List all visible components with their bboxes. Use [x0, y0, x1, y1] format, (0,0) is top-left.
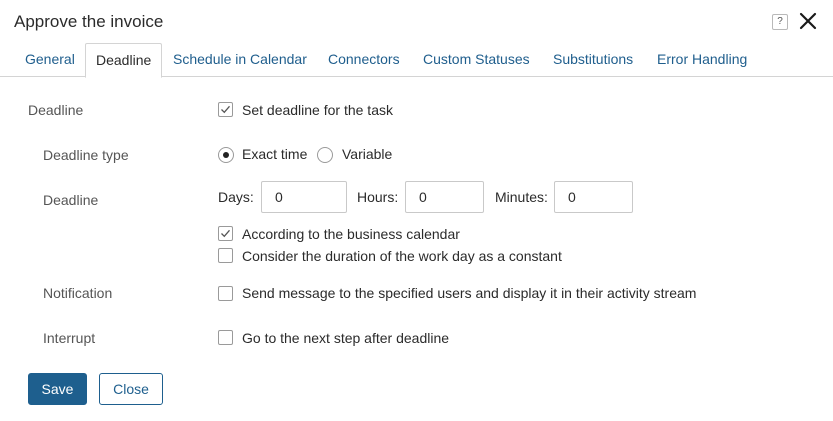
close-button[interactable]: Close	[99, 373, 163, 405]
next-step-checkbox[interactable]	[218, 330, 233, 345]
tab-connectors[interactable]: Connectors	[318, 43, 410, 77]
days-input[interactable]	[261, 181, 347, 213]
close-icon[interactable]	[797, 10, 819, 32]
set-deadline-checkbox[interactable]	[218, 102, 233, 117]
tab-deadline[interactable]: Deadline	[85, 43, 163, 78]
tab-schedule-in-calendar[interactable]: Schedule in Calendar	[163, 43, 317, 77]
exact-time-radio[interactable]	[218, 147, 234, 163]
dialog-title: Approve the invoice	[14, 12, 164, 31]
deadline-section-label: Deadline	[28, 102, 84, 118]
send-message-checkbox[interactable]	[218, 286, 233, 301]
deadline-type-label: Deadline type	[43, 147, 129, 163]
save-button[interactable]: Save	[28, 373, 87, 405]
interrupt-label: Interrupt	[43, 330, 96, 346]
work-day-constant-checkbox[interactable]	[218, 248, 233, 263]
set-deadline-label: Set deadline for the task	[242, 102, 393, 118]
minutes-label: Minutes:	[495, 189, 548, 205]
deadline-values-label: Deadline	[43, 192, 99, 208]
tab-substitutions[interactable]: Substitutions	[543, 43, 643, 77]
business-calendar-checkbox[interactable]	[218, 226, 233, 241]
notification-label: Notification	[43, 285, 113, 301]
tab-bar: General Deadline Schedule in Calendar Co…	[0, 43, 833, 78]
variable-label: Variable	[342, 146, 393, 162]
hours-input[interactable]	[405, 181, 484, 213]
tab-custom-statuses[interactable]: Custom Statuses	[413, 43, 540, 77]
hours-label: Hours:	[357, 189, 399, 205]
tab-error-handling[interactable]: Error Handling	[647, 43, 757, 77]
minutes-input[interactable]	[554, 181, 633, 213]
next-step-label: Go to the next step after deadline	[242, 330, 450, 346]
variable-radio[interactable]	[317, 147, 333, 163]
business-calendar-label: According to the business calendar	[242, 226, 460, 242]
days-label: Days:	[218, 189, 254, 205]
send-message-label: Send message to the specified users and …	[242, 285, 697, 301]
help-icon[interactable]: ?	[772, 14, 788, 30]
tab-general[interactable]: General	[15, 43, 85, 77]
exact-time-label: Exact time	[242, 146, 308, 162]
work-day-constant-label: Consider the duration of the work day as…	[242, 248, 562, 264]
